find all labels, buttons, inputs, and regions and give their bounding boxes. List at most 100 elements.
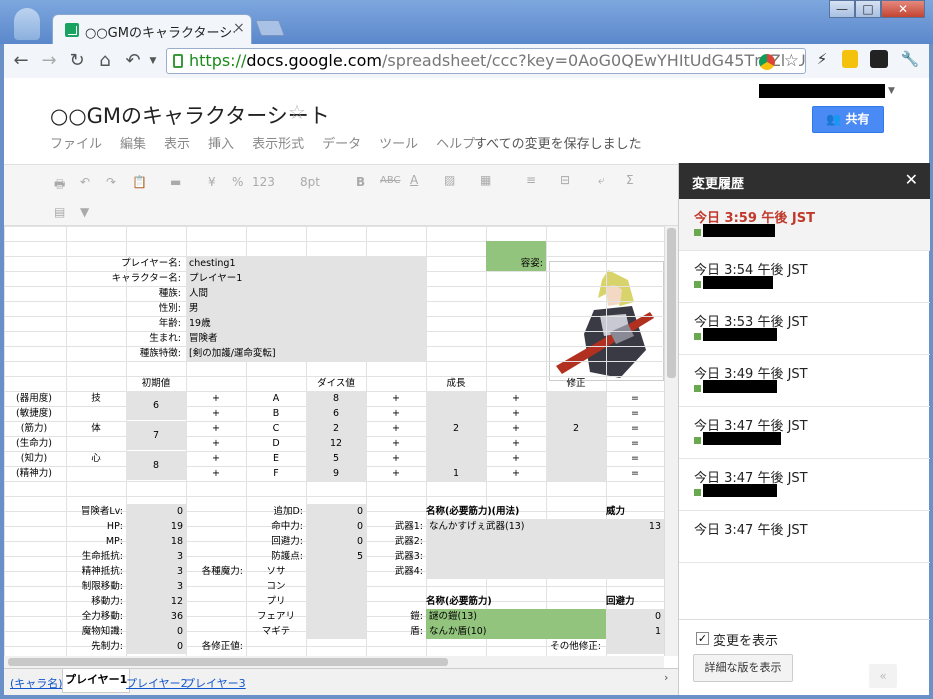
stat-letter[interactable]: E	[246, 451, 306, 466]
appearance-header-cell[interactable]	[486, 241, 546, 256]
other-correction-value[interactable]	[606, 639, 664, 654]
dice-value[interactable]: 5	[306, 451, 366, 466]
forward-icon[interactable]: →	[38, 50, 60, 71]
bonus-label[interactable]: 命中力:	[246, 519, 306, 534]
armor-evasion[interactable]: 1	[606, 624, 664, 639]
derived-value[interactable]: 19	[126, 519, 186, 534]
growth-header[interactable]: 成長	[426, 376, 486, 391]
power-header[interactable]: 威力	[606, 504, 664, 519]
initial-value[interactable]: 7	[126, 421, 186, 450]
revision-item[interactable]: 今日 3:54 午後 JST	[679, 251, 930, 303]
stat-attribute[interactable]: (生命力)	[4, 436, 64, 451]
revision-item[interactable]: 今日 3:47 午後 JST	[679, 407, 930, 459]
percent-button[interactable]: %	[232, 175, 243, 189]
sheet-tab-charname[interactable]: (キャラ名)	[10, 675, 63, 691]
weapon-power[interactable]	[606, 564, 664, 579]
stat-group[interactable]: 心	[66, 451, 126, 466]
maximize-button[interactable]: □	[855, 0, 881, 18]
derived-label[interactable]: 冒険者Lv:	[66, 504, 126, 519]
magic-value[interactable]	[306, 624, 366, 639]
history-dropdown-icon[interactable]: ▼	[142, 56, 164, 66]
menu-tools[interactable]: ツール	[379, 133, 418, 152]
correction-value[interactable]	[546, 466, 606, 481]
plus-sign[interactable]: +	[186, 436, 246, 451]
derived-label[interactable]: 全力移動:	[66, 609, 126, 624]
wrap-icon[interactable]: ⤶	[598, 173, 605, 188]
borders-icon[interactable]: ▦	[480, 173, 491, 187]
growth-value[interactable]: 2	[426, 421, 486, 436]
font-size-select[interactable]: 8pt	[300, 175, 320, 189]
dice-header[interactable]: ダイス値	[306, 376, 366, 391]
correction-label[interactable]: 各修正値:	[186, 639, 246, 654]
browser-tab[interactable]: ○○GMのキャラクターシート ×	[52, 14, 252, 44]
profile-label[interactable]: 性別:	[66, 301, 184, 316]
weapon-header[interactable]: 名称(必要筋力)(用法)	[426, 504, 606, 519]
derived-value[interactable]: 0	[126, 504, 186, 519]
profile-value[interactable]: 男	[186, 301, 426, 316]
lightning-extension-icon[interactable]: ⚡	[812, 50, 832, 70]
bonus-value[interactable]: 0	[306, 504, 366, 519]
stat-group[interactable]: 体	[66, 421, 126, 436]
correction-value[interactable]	[546, 436, 606, 451]
star-icon[interactable]: ☆	[288, 100, 306, 124]
spreadsheet-grid[interactable]: 容姿: プレイヤー名: chesting1 キャラクター名: プレイヤー1 種族: 人間 性別…	[4, 226, 664, 656]
derived-label[interactable]: 精神抵抗:	[66, 564, 126, 579]
plus-sign[interactable]: +	[486, 436, 546, 451]
minimize-button[interactable]: —	[829, 0, 855, 18]
initial-value[interactable]: 6	[126, 391, 186, 420]
stat-letter[interactable]: D	[246, 436, 306, 451]
profile-icon[interactable]	[14, 8, 40, 40]
dice-value[interactable]: 2	[306, 421, 366, 436]
profile-label[interactable]: 種族:	[66, 286, 184, 301]
growth-value[interactable]: 1	[426, 466, 486, 481]
plus-sign[interactable]: +	[486, 391, 546, 406]
growth-value[interactable]	[426, 451, 486, 466]
menu-file[interactable]: ファイル	[50, 133, 102, 152]
profile-label[interactable]: プレイヤー名:	[66, 256, 184, 271]
equals-sign[interactable]: =	[606, 436, 664, 451]
derived-label[interactable]: MP:	[66, 534, 126, 549]
bookmark-star-icon[interactable]: ☆	[783, 51, 799, 71]
align-icon[interactable]: ≡	[526, 173, 536, 187]
menu-insert[interactable]: 挿入	[208, 133, 234, 152]
dice-value[interactable]: 8	[306, 391, 366, 406]
stat-letter[interactable]: F	[246, 466, 306, 481]
close-window-button[interactable]: ✕	[881, 0, 925, 18]
plus-sign[interactable]: +	[486, 466, 546, 481]
send-to-phone-icon[interactable]	[842, 50, 858, 68]
correction-value[interactable]	[546, 451, 606, 466]
filter-icon[interactable]: ▼	[80, 205, 89, 219]
chart-icon[interactable]: ▤	[54, 205, 65, 219]
equals-sign[interactable]: =	[606, 406, 664, 421]
currency-button[interactable]: ¥	[208, 175, 216, 189]
menu-edit[interactable]: 編集	[120, 133, 146, 152]
horizontal-scrollbar[interactable]	[4, 656, 664, 668]
derived-label[interactable]: 移動力:	[66, 594, 126, 609]
derived-value[interactable]: 0	[126, 639, 186, 654]
weapon-label[interactable]: 武器1:	[366, 519, 426, 534]
weapon-label[interactable]: 武器4:	[366, 564, 426, 579]
derived-value[interactable]: 3	[126, 564, 186, 579]
dice-value[interactable]: 12	[306, 436, 366, 451]
plus-sign[interactable]: +	[486, 421, 546, 436]
profile-value[interactable]: 人間	[186, 286, 426, 301]
scroll-tabs-arrows-icon[interactable]: ›	[664, 671, 668, 684]
equals-sign[interactable]: =	[606, 391, 664, 406]
stat-letter[interactable]: A	[246, 391, 306, 406]
initial-header[interactable]: 初期値	[126, 376, 186, 391]
weapon-power[interactable]: 13	[606, 519, 664, 534]
profile-value[interactable]: 冒険者	[186, 331, 426, 346]
magic-value[interactable]	[306, 594, 366, 609]
correction-value[interactable]	[546, 406, 606, 421]
derived-label[interactable]: HP:	[66, 519, 126, 534]
other-correction-label[interactable]: その他修正:	[486, 639, 604, 654]
stat-attribute[interactable]: (精神力)	[4, 466, 64, 481]
profile-value[interactable]: プレイヤー1	[186, 271, 426, 286]
armor-evasion[interactable]: 0	[606, 609, 664, 624]
wrench-icon[interactable]: 🔧	[900, 50, 920, 70]
plus-sign[interactable]: +	[486, 451, 546, 466]
reload-icon[interactable]: ↻	[66, 50, 88, 71]
armor-name[interactable]: なんか盾(10)	[426, 624, 606, 639]
growth-value[interactable]	[426, 436, 486, 451]
plus-sign[interactable]: +	[486, 406, 546, 421]
